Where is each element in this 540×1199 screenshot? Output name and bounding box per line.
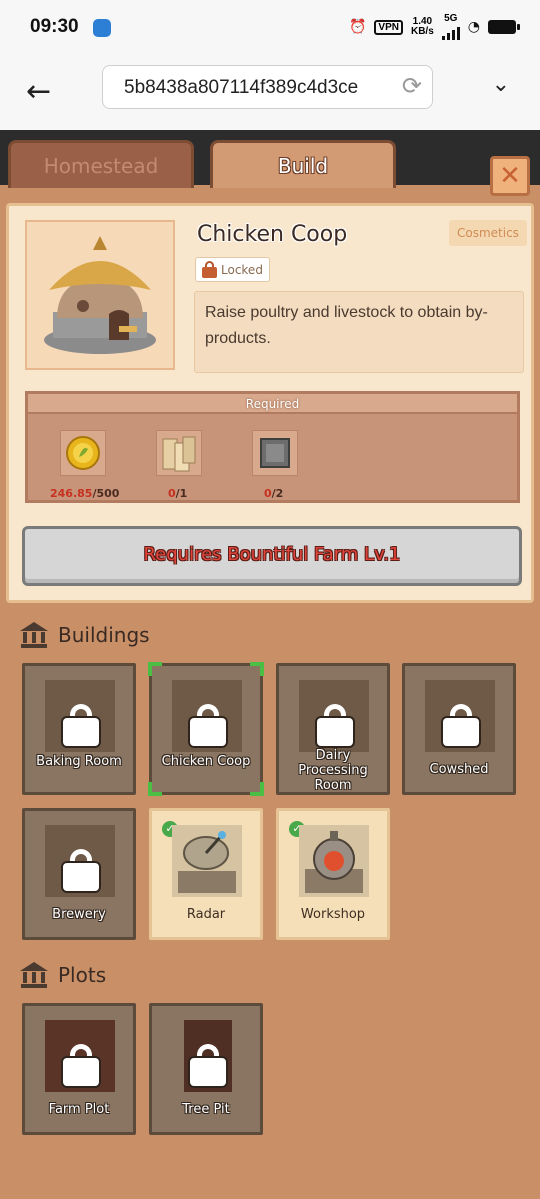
lock-icon — [63, 704, 99, 746]
requirement-gold — [60, 430, 106, 476]
network-speed: 1.40 KB/s — [411, 17, 434, 37]
buildings-heading: Buildings — [58, 623, 150, 647]
close-button[interactable]: ✕ — [490, 156, 530, 196]
speed-unit: KB/s — [410, 26, 434, 37]
chevron-down-icon[interactable]: ⌄ — [492, 72, 510, 97]
tab-build[interactable]: Build — [210, 140, 396, 188]
url-field[interactable]: 5b8438a807114f389c4d3ce ⟳ — [102, 65, 433, 109]
building-thumbnail — [25, 220, 175, 370]
building-tile-radar[interactable]: ✓ Radar — [149, 808, 263, 940]
building-tile-cowshed[interactable]: Cowshed — [402, 663, 516, 795]
wood-plank-icon — [162, 436, 196, 472]
plot-tile-tree-pit[interactable]: Tree Pit — [149, 1003, 263, 1135]
app-notification-icon — [93, 19, 111, 37]
building-tile-workshop[interactable]: ✓ Workshop — [276, 808, 390, 940]
vpn-icon: VPN — [374, 19, 403, 35]
selection-corner — [148, 782, 162, 796]
plot-tile-farm-plot[interactable]: Farm Plot — [22, 1003, 136, 1135]
tile-label: Tree Pit — [182, 1102, 230, 1117]
status-icons: ⏰ VPN 1.40 KB/s 5G ◔ — [348, 13, 520, 40]
chicken-coop-image — [44, 236, 156, 354]
building-icon — [20, 962, 48, 988]
network-label: 5G — [444, 13, 458, 24]
requirement-wood-count: 0/1 — [168, 487, 188, 500]
tile-label: Radar — [186, 907, 226, 922]
category-tag: Cosmetics — [449, 220, 527, 246]
tab-homestead[interactable]: Homestead — [8, 140, 194, 188]
battery-icon — [488, 20, 520, 34]
building-tile-brewery[interactable]: Brewery — [22, 808, 136, 940]
building-tile-chicken-coop[interactable]: Chicken Coop — [148, 662, 264, 796]
url-text: 5b8438a807114f389c4d3ce — [124, 77, 359, 98]
back-arrow-icon[interactable]: ← — [26, 74, 51, 109]
stone-block-icon — [260, 438, 290, 468]
status-label: Locked — [221, 262, 263, 277]
selection-corner — [250, 782, 264, 796]
requirement-wood — [156, 430, 202, 476]
workshop-image — [299, 825, 369, 897]
reload-icon[interactable]: ⟳ — [401, 72, 422, 100]
tile-label: Dairy Processing Room — [298, 748, 368, 793]
requirement-gold-count: 246.85/500 — [50, 487, 120, 500]
requirement-stone — [252, 430, 298, 476]
building-title: Chicken Coop — [197, 222, 348, 247]
building-tile-dairy-processing-room[interactable]: Dairy Processing Room — [276, 663, 390, 795]
tile-label: Workshop — [300, 907, 366, 922]
tile-label: Baking Room — [36, 754, 122, 769]
building-description: Raise poultry and livestock to obtain by… — [194, 291, 524, 373]
alarm-icon: ⏰ — [348, 19, 367, 35]
building-detail-card: Chicken Coop Locked Cosmetics Raise poul… — [6, 203, 534, 603]
selection-corner — [148, 662, 162, 676]
lock-icon — [202, 261, 217, 278]
tile-label: Cowshed — [429, 762, 489, 777]
building-tile-baking-room[interactable]: Baking Room — [22, 663, 136, 795]
close-icon: ✕ — [499, 161, 521, 191]
lock-icon — [63, 849, 99, 891]
build-requirement-button[interactable]: Requires Bountiful Farm Lv.1 — [22, 526, 522, 586]
status-badge: Locked — [195, 257, 270, 282]
lock-icon — [443, 704, 479, 746]
clock: 09:30 — [30, 16, 79, 37]
lock-icon — [317, 704, 353, 746]
building-icon — [20, 622, 48, 648]
plots-heading: Plots — [58, 963, 107, 987]
network-type: 5G — [441, 13, 460, 40]
requirements-panel: Required 246.85/500 0/1 0/2 — [25, 391, 520, 503]
tile-label: Farm Plot — [48, 1102, 110, 1117]
browser-toolbar: ← 5b8438a807114f389c4d3ce ⟳ ⌄ — [0, 58, 540, 130]
radar-image — [172, 825, 242, 897]
status-bar: 09:30 ⏰ VPN 1.40 KB/s 5G ◔ — [0, 0, 540, 58]
lock-icon — [63, 1044, 99, 1086]
gold-coin-icon — [66, 436, 100, 470]
requirement-stone-count: 0/2 — [264, 487, 284, 500]
selection-corner — [250, 662, 264, 676]
signal-icon — [441, 24, 460, 40]
wifi-icon: ◔ — [467, 19, 480, 35]
requirements-heading: Required — [28, 394, 517, 414]
buildings-section-header: Buildings — [20, 622, 150, 648]
lock-icon — [190, 704, 226, 746]
tile-label: Brewery — [52, 907, 106, 922]
tile-label: Chicken Coop — [161, 754, 251, 769]
plots-section-header: Plots — [20, 962, 106, 988]
lock-icon — [190, 1044, 226, 1086]
